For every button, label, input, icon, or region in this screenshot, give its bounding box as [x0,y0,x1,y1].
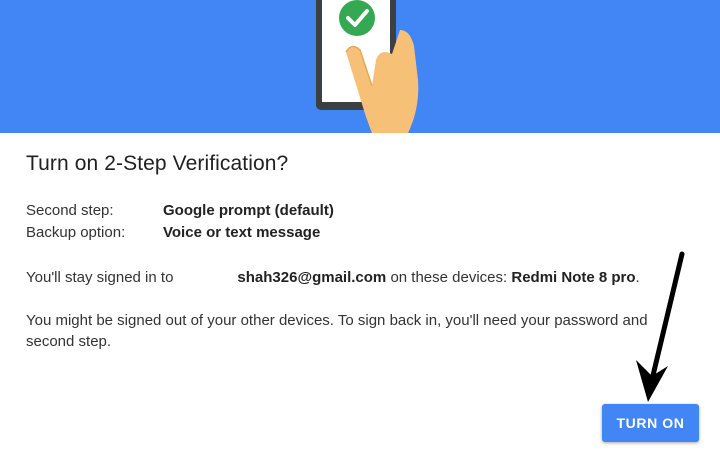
phone-in-hand-illustration [316,0,419,133]
signed-in-device: Redmi Note 8 pro [511,269,636,286]
backup-option-value: Voice or text message [163,224,321,241]
signed-in-prefix: You'll stay signed in to [26,269,174,286]
second-step-label: Second step: [26,202,114,219]
backup-option-label: Backup option: [26,224,126,241]
dialog-title: Turn on 2-Step Verification? [26,152,289,175]
second-step-value: Google prompt (default) [163,202,334,219]
turn-on-button[interactable]: TURN ON [602,404,699,442]
signed-in-email: shah326@gmail.com [237,269,387,286]
header-banner [0,0,720,133]
arrow-annotation [636,251,685,402]
signed-in-middle: on these devices: [386,269,512,286]
signed-out-notice: You might be signed out of your other de… [26,312,648,350]
signed-in-notice: You'll stay signed in to shah326@gmail.co… [26,267,716,288]
second-step-row: Second step: Google prompt (default) [26,202,334,219]
backup-option-row: Backup option: Voice or text message [26,224,320,241]
check-circle-icon [339,0,375,36]
